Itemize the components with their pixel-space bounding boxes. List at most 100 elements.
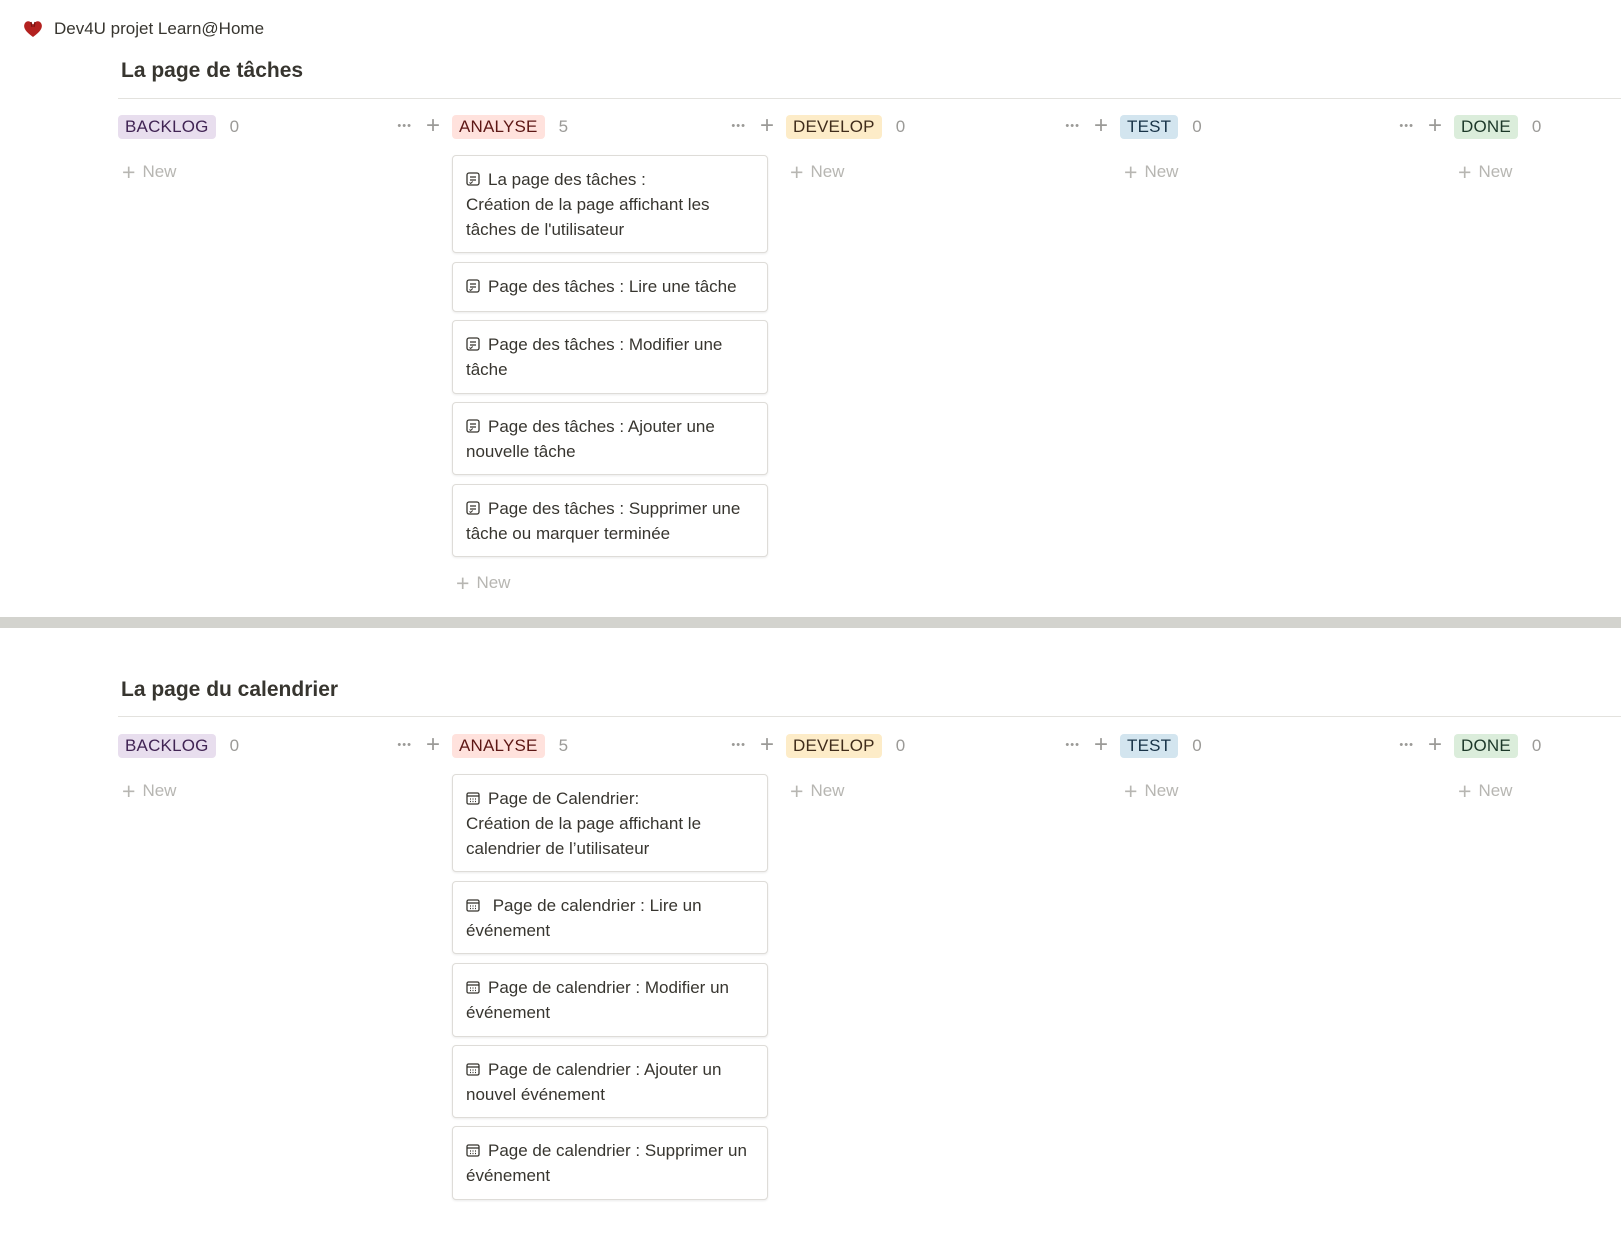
new-item-button[interactable]: + New <box>122 161 177 184</box>
column-actions: ••• + <box>1065 114 1108 138</box>
task-card[interactable]: Page de calendrier : Supprimer un événem… <box>452 1126 768 1200</box>
task-icon <box>466 279 480 293</box>
task-icon <box>466 419 480 433</box>
column-actions: ••• + <box>397 733 440 757</box>
column-actions: ••• + <box>731 733 774 757</box>
task-icon <box>466 172 480 186</box>
more-dots-icon[interactable]: ••• <box>397 735 412 755</box>
board-divider <box>118 716 1621 717</box>
plus-icon: + <box>122 778 136 804</box>
plus-icon[interactable]: + <box>1094 114 1108 138</box>
status-tag[interactable]: DONE <box>1454 734 1518 758</box>
new-item-button[interactable]: + New <box>790 159 845 185</box>
task-card[interactable]: Page des tâches : Lire une tâche <box>452 262 768 312</box>
plus-icon[interactable]: + <box>426 114 440 138</box>
calendar-icon <box>466 899 480 912</box>
calendar-icon <box>466 1144 480 1157</box>
plus-icon[interactable]: + <box>426 733 440 757</box>
column-header: ANALYSE 5 ••• + <box>452 114 782 140</box>
card-title: Page des tâches : Supprimer une tâche ou… <box>466 499 741 543</box>
column-header: TEST 0 ••• + <box>1120 733 1450 759</box>
column-count: 0 <box>1192 117 1202 136</box>
task-card[interactable]: La page des tâches : Création de la page… <box>452 155 768 253</box>
plus-icon: + <box>1458 159 1472 185</box>
new-item-button[interactable]: + New <box>122 778 177 804</box>
section-separator <box>0 617 1621 628</box>
column-header: BACKLOG 0 ••• + <box>118 733 448 759</box>
board-title[interactable]: La page de tâches <box>121 59 303 83</box>
status-tag[interactable]: TEST <box>1120 115 1179 139</box>
column-actions: ••• + <box>397 114 440 138</box>
new-item-button[interactable]: + New <box>1124 161 1179 184</box>
status-tag[interactable]: DEVELOP <box>786 115 882 139</box>
board-divider <box>118 98 1621 99</box>
new-label: New <box>142 162 177 181</box>
calendar-icon <box>466 792 480 805</box>
more-dots-icon[interactable]: ••• <box>1399 116 1414 136</box>
task-card[interactable]: Page des tâches : Ajouter une nouvelle t… <box>452 402 768 475</box>
task-icon <box>466 501 480 515</box>
heart-logo-icon <box>24 21 42 37</box>
column-actions: ••• + <box>1065 733 1108 757</box>
more-dots-icon[interactable]: ••• <box>1065 116 1080 136</box>
task-icon <box>466 337 480 351</box>
more-dots-icon[interactable]: ••• <box>731 116 746 136</box>
card-title: Page des tâches : Ajouter une nouvelle t… <box>466 417 715 461</box>
task-card[interactable]: Page des tâches : Modifier une tâche <box>452 320 768 394</box>
plus-icon: + <box>790 159 804 185</box>
plus-icon[interactable]: + <box>760 114 774 138</box>
status-tag[interactable]: BACKLOG <box>118 734 216 758</box>
plus-icon[interactable]: + <box>1094 733 1108 757</box>
more-dots-icon[interactable]: ••• <box>1065 735 1080 755</box>
more-dots-icon[interactable]: ••• <box>731 735 746 755</box>
new-item-button[interactable]: + New <box>456 570 511 596</box>
new-label: New <box>476 573 511 592</box>
task-card[interactable]: Page des tâches : Supprimer une tâche ou… <box>452 484 768 557</box>
new-label: New <box>810 162 845 181</box>
task-card[interactable]: Page de Calendrier: Création de la page … <box>452 774 768 872</box>
plus-icon[interactable]: + <box>1428 733 1442 757</box>
column-header: DEVELOP 0 ••• + <box>786 733 1116 759</box>
new-label: New <box>142 781 177 800</box>
column-count: 0 <box>1531 736 1542 755</box>
card-title: Page des tâches : Lire une tâche <box>488 277 737 296</box>
task-card[interactable]: Page de calendrier : Lire un événement <box>452 881 768 954</box>
column-count: 0 <box>895 736 906 755</box>
column-header: ANALYSE 5 ••• + <box>452 733 782 759</box>
new-item-button[interactable]: + New <box>1124 780 1179 803</box>
column-header: BACKLOG 0 ••• + <box>118 114 448 140</box>
task-card[interactable]: Page de calendrier : Modifier un événeme… <box>452 963 768 1037</box>
plus-icon[interactable]: + <box>760 733 774 757</box>
status-tag[interactable]: TEST <box>1120 734 1179 758</box>
column-header: DONE 0 <box>1454 114 1621 140</box>
status-tag[interactable]: ANALYSE <box>452 115 545 139</box>
new-label: New <box>1478 781 1513 800</box>
workspace-header[interactable]: Dev4U projet Learn@Home <box>22 14 264 44</box>
status-tag[interactable]: DONE <box>1454 115 1518 139</box>
calendar-icon <box>466 1063 480 1076</box>
column-count: 0 <box>229 736 240 755</box>
card-title: La page des tâches : Création de la page… <box>466 170 710 239</box>
more-dots-icon[interactable]: ••• <box>1399 735 1414 755</box>
status-tag[interactable]: ANALYSE <box>452 734 545 758</box>
new-item-button[interactable]: + New <box>790 778 844 804</box>
new-item-button[interactable]: + New <box>1458 159 1512 185</box>
new-label: New <box>1144 781 1179 800</box>
plus-icon: + <box>1458 778 1472 804</box>
new-label: New <box>1144 162 1179 181</box>
plus-icon[interactable]: + <box>1428 114 1442 138</box>
status-tag[interactable]: BACKLOG <box>118 115 216 139</box>
card-title: Page de calendrier : Ajouter un nouvel é… <box>466 1060 722 1104</box>
new-item-button[interactable]: + New <box>1458 778 1513 804</box>
plus-icon: + <box>790 778 804 804</box>
column-count: 0 <box>1192 736 1202 755</box>
board-title[interactable]: La page du calendrier <box>121 678 338 702</box>
status-tag[interactable]: DEVELOP <box>786 734 882 758</box>
column-actions: ••• + <box>1399 114 1442 138</box>
column-header: DEVELOP 0 ••• + <box>786 114 1116 140</box>
plus-icon: + <box>456 570 470 596</box>
column-header: TEST 0 ••• + <box>1120 114 1450 140</box>
task-card[interactable]: Page de calendrier : Ajouter un nouvel é… <box>452 1045 768 1118</box>
more-dots-icon[interactable]: ••• <box>397 116 412 136</box>
workspace-title: Dev4U projet Learn@Home <box>54 19 265 38</box>
